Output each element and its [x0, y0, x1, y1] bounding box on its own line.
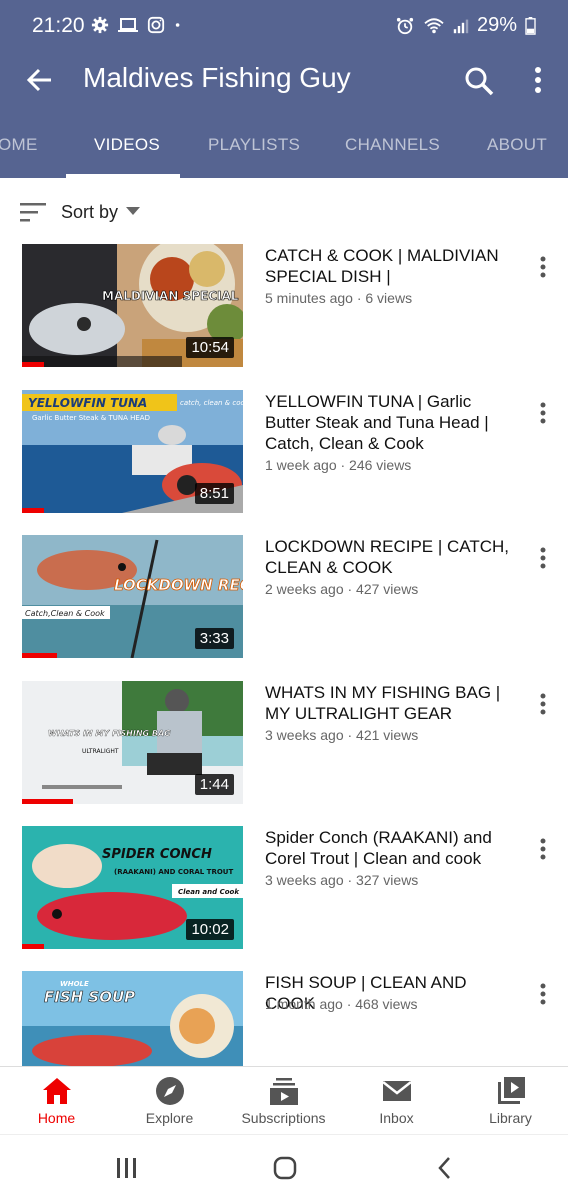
watch-progress-bar	[22, 799, 73, 804]
sort-label: Sort by	[61, 202, 119, 222]
thumb-text: FISH SOUP	[44, 988, 135, 1006]
thumb-text: WHATS IN MY FISHING BAG	[48, 729, 171, 738]
recent-apps-icon[interactable]	[112, 1153, 142, 1183]
nav-label: Explore	[145, 1110, 194, 1126]
compass-icon	[156, 1077, 184, 1105]
video-duration: 8:51	[194, 483, 234, 504]
thumb-text: MALDIVIAN SPECIAL	[102, 289, 239, 303]
nav-explore[interactable]: Explore	[113, 1067, 226, 1135]
thumb-text: SPIDER CONCH	[102, 847, 212, 862]
home-button-icon[interactable]	[270, 1153, 300, 1183]
sort-icon	[20, 203, 46, 222]
video-title: Spider Conch (RAAKANI) and Corel Trout |…	[265, 828, 492, 868]
search-icon[interactable]	[462, 64, 496, 98]
system-back-icon[interactable]	[430, 1153, 460, 1183]
sort-row[interactable]: Sort by	[0, 178, 568, 244]
video-thumbnail[interactable]: LOCKDOWN RECIPE Catch,Clean & Cook 3:33	[22, 535, 243, 658]
video-duration: 10:02	[186, 919, 234, 940]
dot-icon	[175, 23, 180, 27]
video-title: YELLOWFIN TUNA | Garlic Butter Steak and…	[265, 392, 489, 453]
thumb-subtext: (RAAKANI) AND CORAL TROUT	[114, 868, 233, 876]
video-thumbnail[interactable]: SPIDER CONCH (RAAKANI) AND CORAL TROUT C…	[22, 826, 243, 949]
subscriptions-icon	[270, 1078, 298, 1105]
video-title: CATCH & COOK | MALDIVIAN SPECIAL DISH |	[265, 246, 499, 286]
watch-progress-bar	[22, 508, 45, 513]
thumb-text: YELLOWFIN TUNA	[28, 396, 147, 410]
video-title: LOCKDOWN RECIPE | CATCH, CLEAN & COOK	[265, 537, 510, 577]
video-item[interactable]: LOCKDOWN RECIPE Catch,Clean & Cook 3:33 …	[0, 535, 568, 660]
video-list: MALDIVIAN SPECIAL 10:54 CATCH & COOK | M…	[0, 244, 568, 1066]
signal-icon	[453, 19, 469, 33]
video-item[interactable]: YELLOWFIN TUNA Garlic Butter Steak & TUN…	[0, 390, 568, 515]
video-meta: 2 weeks ago · 427 views	[265, 581, 419, 597]
app-bar: Maldives Fishing Guy	[0, 52, 568, 110]
battery-percent: 29%	[476, 14, 517, 36]
video-thumbnail[interactable]: WHOLE FISH SOUP	[22, 971, 243, 1066]
bottom-navigation: Home Explore Subscriptions Inbox Library	[0, 1066, 568, 1134]
nav-label: Subscriptions	[241, 1110, 326, 1126]
back-arrow-icon[interactable]	[22, 62, 58, 98]
thumb-text: LOCKDOWN RECIPE	[114, 576, 243, 594]
video-duration: 1:44	[194, 774, 234, 795]
thumb-subtext: WHOLE	[60, 980, 89, 988]
nav-home[interactable]: Home	[0, 1067, 113, 1135]
channel-tabs: OME VIDEOS PLAYLISTS CHANNELS ABOUT	[0, 110, 568, 178]
video-more-icon[interactable]	[533, 981, 553, 1007]
more-options-icon[interactable]	[524, 64, 552, 98]
chevron-down-icon	[126, 207, 140, 215]
nav-inbox[interactable]: Inbox	[340, 1067, 453, 1135]
alarm-icon	[396, 17, 414, 34]
status-bar: 21:20 29%	[0, 0, 568, 52]
video-item[interactable]: WHOLE FISH SOUP FISH SOUP | CLEAN AND CO…	[0, 971, 568, 1066]
video-title: WHATS IN MY FISHING BAG | MY ULTRALIGHT …	[265, 683, 501, 723]
tab-videos[interactable]: VIDEOS	[94, 135, 160, 155]
thumb-corner-text: Clean and Cook	[178, 888, 240, 896]
video-meta: 3 weeks ago · 327 views	[265, 872, 419, 888]
video-duration: 3:33	[194, 628, 234, 649]
thumb-subtext: Garlic Butter Steak & TUNA HEAD	[32, 414, 150, 422]
instagram-icon	[147, 16, 165, 34]
video-item[interactable]: MALDIVIAN SPECIAL 10:54 CATCH & COOK | M…	[0, 244, 568, 369]
video-thumbnail[interactable]: MALDIVIAN SPECIAL 10:54	[22, 244, 243, 367]
video-meta: 3 weeks ago · 421 views	[265, 727, 419, 743]
video-thumbnail[interactable]: YELLOWFIN TUNA Garlic Butter Steak & TUN…	[22, 390, 243, 513]
tab-playlists[interactable]: PLAYLISTS	[208, 135, 300, 155]
laptop-icon	[118, 18, 138, 32]
mail-icon	[382, 1081, 412, 1101]
nav-library[interactable]: Library	[454, 1067, 567, 1135]
video-more-icon[interactable]	[533, 400, 553, 426]
watch-progress-bar	[22, 653, 58, 658]
watch-progress-bar	[22, 362, 45, 367]
system-navigation-bar	[0, 1134, 568, 1200]
video-thumbnail[interactable]: WHATS IN MY FISHING BAG ULTRALIGHT 1:44	[22, 681, 243, 804]
settings-icon	[91, 16, 109, 34]
channel-title: Maldives Fishing Guy	[83, 62, 351, 93]
tab-home[interactable]: OME	[0, 135, 38, 155]
video-more-icon[interactable]	[533, 545, 553, 571]
nav-subscriptions[interactable]: Subscriptions	[227, 1067, 340, 1135]
video-more-icon[interactable]	[533, 691, 553, 717]
thumb-subtext: Catch,Clean & Cook	[25, 609, 105, 618]
video-meta: 1 week ago · 246 views	[265, 457, 412, 473]
library-icon	[498, 1077, 525, 1104]
tab-channels[interactable]: CHANNELS	[345, 135, 440, 155]
watch-progress-bar	[22, 944, 45, 949]
battery-icon	[525, 16, 536, 35]
wifi-icon	[424, 17, 444, 33]
nav-label: Library	[489, 1110, 532, 1126]
thumb-corner-text: catch, clean & cook	[180, 399, 243, 407]
video-item[interactable]: SPIDER CONCH (RAAKANI) AND CORAL TROUT C…	[0, 826, 568, 951]
video-meta: 1 month ago · 468 views	[265, 996, 418, 1012]
status-time: 21:20	[32, 14, 85, 37]
video-more-icon[interactable]	[533, 254, 553, 280]
video-more-icon[interactable]	[533, 836, 553, 862]
tab-about[interactable]: ABOUT	[487, 135, 547, 155]
video-meta: 5 minutes ago · 6 views	[265, 290, 413, 306]
home-icon	[43, 1078, 71, 1104]
video-item[interactable]: WHATS IN MY FISHING BAG ULTRALIGHT 1:44 …	[0, 681, 568, 806]
nav-label: Home	[37, 1110, 76, 1126]
video-duration: 10:54	[186, 337, 234, 358]
nav-label: Inbox	[379, 1110, 414, 1126]
thumb-subtext: ULTRALIGHT	[82, 748, 119, 755]
